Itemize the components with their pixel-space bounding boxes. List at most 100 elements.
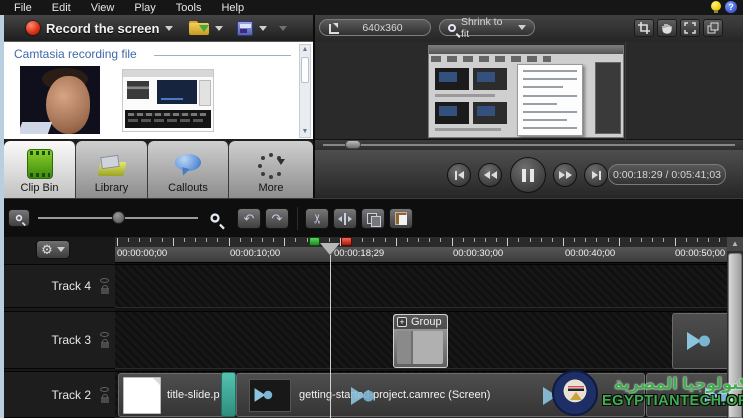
record-dropdown-icon[interactable] — [165, 25, 174, 31]
magnifier-icon — [448, 23, 456, 32]
pan-button[interactable] — [657, 19, 677, 37]
menu-view[interactable]: View — [91, 2, 115, 14]
clip-bin-icon — [26, 149, 53, 179]
toolbar-overflow-icon[interactable] — [279, 25, 288, 31]
pause-button[interactable] — [510, 157, 546, 193]
lightbulb-icon[interactable] — [711, 1, 721, 13]
track-header-2[interactable]: Track 2 — [0, 371, 115, 418]
scrollbar-thumb[interactable] — [301, 57, 309, 83]
rewind-button[interactable] — [478, 163, 502, 187]
detach-button[interactable] — [703, 19, 723, 37]
cut-button[interactable]: ✂ — [305, 208, 329, 229]
dimensions-value: 640x360 — [362, 21, 403, 34]
clip-bin-scrollbar[interactable]: ▲ ▼ — [299, 44, 311, 138]
paste-button[interactable] — [389, 208, 413, 229]
split-button[interactable] — [333, 208, 357, 229]
menu-edit[interactable]: Edit — [52, 2, 71, 14]
redo-button[interactable]: ↷ — [265, 208, 289, 229]
jump-to-start-button[interactable] — [447, 163, 471, 187]
paste-icon — [395, 212, 407, 225]
gear-icon: ⚙ — [41, 241, 53, 257]
resize-icon — [328, 22, 339, 34]
timeline-zoom-slider[interactable] — [38, 211, 198, 224]
timeline-settings-button[interactable]: ⚙ — [36, 240, 70, 259]
animation-arrow-icon[interactable] — [349, 386, 375, 406]
track-4-lane[interactable] — [115, 264, 727, 308]
zoom-in-button[interactable] — [202, 207, 228, 229]
crop-button[interactable] — [634, 19, 654, 37]
lock-icon[interactable] — [100, 393, 109, 403]
transition-clip[interactable] — [221, 372, 236, 417]
toolbar-divider — [297, 207, 298, 230]
zoom-out-button[interactable] — [8, 209, 30, 227]
eye-icon[interactable] — [100, 332, 109, 337]
scroll-up-icon[interactable]: ▲ — [727, 237, 743, 251]
expand-group-icon[interactable]: + — [397, 317, 407, 327]
title-slide-clip[interactable]: title-slide.p — [118, 373, 228, 417]
playhead-line[interactable] — [330, 255, 331, 418]
playhead-handle[interactable] — [320, 243, 340, 255]
fast-forward-button[interactable] — [553, 163, 577, 187]
record-screen-button[interactable]: Record the screen — [46, 21, 159, 36]
lock-icon[interactable] — [100, 285, 109, 294]
menu-play[interactable]: Play — [134, 2, 155, 14]
video-preview-canvas[interactable] — [315, 42, 743, 140]
tab-library[interactable]: Library — [76, 141, 148, 198]
zoom-slider-handle[interactable] — [112, 211, 125, 224]
timeline-toolbar: ↶ ↷ ✂ — [0, 198, 743, 237]
playback-controls: 0:00:18:29 / 0:05:41;03 — [315, 150, 743, 198]
track-header-4[interactable]: Track 4 — [0, 264, 115, 308]
clip-bin-group-header: Camtasia recording file — [14, 47, 137, 61]
tab-clip-bin[interactable]: Clip Bin — [4, 141, 76, 198]
produce-dropdown-icon[interactable] — [259, 25, 268, 31]
eye-icon[interactable] — [100, 278, 109, 283]
camtasia-window: File Edit View Play Tools Help ? Record … — [0, 0, 743, 418]
chevron-down-icon — [56, 247, 65, 252]
preview-seek-bar[interactable] — [315, 140, 743, 150]
import-media-icon[interactable] — [189, 21, 210, 35]
tab-label: Library — [94, 182, 129, 194]
tab-more[interactable]: More — [229, 141, 313, 198]
import-dropdown-icon[interactable] — [215, 25, 224, 31]
timeline-ruler[interactable]: 00:00:00;00 00:00:10;00 00:00:18;29 00:0… — [115, 237, 727, 263]
track-name: Track 2 — [51, 387, 91, 402]
produce-share-icon[interactable] — [237, 20, 254, 36]
lock-icon[interactable] — [100, 339, 109, 348]
callouts-icon — [173, 154, 203, 176]
group-clip[interactable]: + Group — [393, 314, 448, 368]
selection-out-marker[interactable] — [341, 237, 352, 246]
help-icon[interactable]: ? — [725, 1, 737, 13]
zoom-animation-clip[interactable] — [672, 313, 727, 369]
fullscreen-button[interactable] — [680, 19, 700, 37]
selection-in-marker[interactable] — [309, 237, 320, 246]
tab-label: Clip Bin — [20, 182, 59, 194]
panel-divider — [313, 15, 315, 198]
track-name: Track 4 — [51, 279, 91, 293]
canvas-dimensions-button[interactable]: 640x360 — [319, 19, 431, 36]
menu-help[interactable]: Help — [221, 2, 244, 14]
playhead-time-label: 00:00:18;29 — [334, 248, 385, 259]
egyptiantech-logo — [552, 370, 598, 416]
track-name: Track 3 — [51, 333, 91, 347]
slide-thumbnail — [123, 377, 161, 414]
clip-bin-panel: Camtasia recording file ▲ ▼ — [4, 41, 313, 139]
track-3-lane[interactable]: + Group — [115, 311, 727, 369]
menu-file[interactable]: File — [14, 2, 32, 14]
track-header-3[interactable]: Track 3 — [0, 311, 115, 369]
scroll-up-icon[interactable]: ▲ — [300, 45, 310, 55]
seek-handle[interactable] — [345, 140, 361, 149]
ruler-label: 00:00:30;00 — [453, 248, 504, 259]
zoom-mode-dropdown[interactable]: Shrink to fit — [439, 16, 535, 40]
copy-button[interactable] — [361, 208, 385, 229]
jump-to-end-button[interactable] — [584, 163, 608, 187]
webcam-clip-thumbnail[interactable] — [20, 66, 100, 134]
screen-recording-thumbnail[interactable] — [122, 69, 214, 132]
undo-button[interactable]: ↶ — [237, 208, 261, 229]
track-gutter: ⚙ Track 4 Track 3 Track 2 — [0, 237, 115, 418]
menu-tools[interactable]: Tools — [176, 2, 202, 14]
record-icon[interactable] — [26, 21, 40, 35]
zoom-in-icon — [210, 213, 220, 223]
tab-callouts[interactable]: Callouts — [148, 141, 229, 198]
scroll-down-icon[interactable]: ▼ — [300, 127, 310, 137]
eye-icon[interactable] — [100, 386, 109, 392]
